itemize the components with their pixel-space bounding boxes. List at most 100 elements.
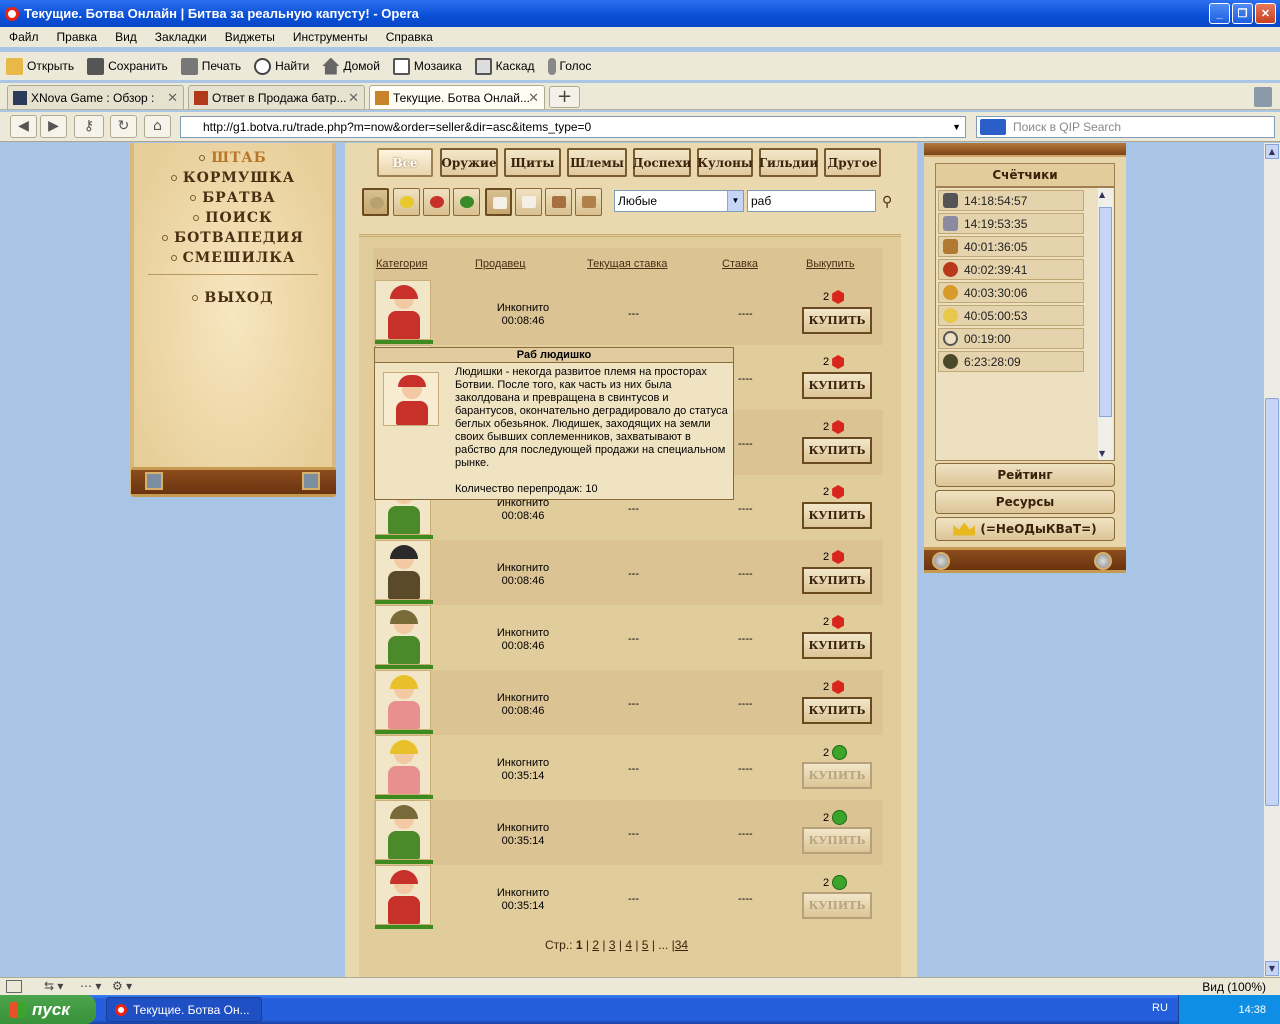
home-nav-button[interactable]: ⌂ xyxy=(144,115,171,138)
page-link[interactable]: 3 xyxy=(609,938,616,952)
find-button[interactable]: Найти xyxy=(254,57,309,75)
scroll-thumb[interactable] xyxy=(1265,398,1279,806)
voice-button[interactable]: Голос xyxy=(547,57,591,75)
item-avatar[interactable] xyxy=(375,670,433,734)
tab-xnova[interactable]: XNova Game : Обзор : ✕ xyxy=(7,85,184,109)
nav-exit[interactable]: ВЫХОД xyxy=(134,290,332,306)
buy-button[interactable]: КУПИТЬ xyxy=(802,632,872,659)
forward-button[interactable]: ▶ xyxy=(40,115,67,138)
scroll-down-icon[interactable]: ▼ xyxy=(1265,961,1279,976)
page-scrollbar[interactable]: ▲ ▼ xyxy=(1264,143,1280,977)
home-button[interactable]: Домой xyxy=(322,57,380,75)
seller-cell: Инкогнито 00:35:14 xyxy=(463,822,583,848)
header-current-bid[interactable]: Текущая ставка xyxy=(587,258,667,270)
buy-button[interactable]: КУПИТЬ xyxy=(802,502,872,529)
tab-forum[interactable]: Ответ в Продажа батр... ✕ xyxy=(188,85,365,109)
close-tab-icon[interactable]: ✕ xyxy=(348,90,359,106)
taskbar-opera-window[interactable]: Текущие. Ботва Он... xyxy=(106,997,262,1022)
nav-bratva[interactable]: БРАТВА xyxy=(134,190,332,206)
guild-button[interactable]: (=НеОДыКВаТ=) xyxy=(935,517,1115,541)
item-avatar[interactable] xyxy=(375,800,433,864)
menu-edit[interactable]: Правка xyxy=(48,30,107,44)
new-tab-button[interactable]: + xyxy=(549,86,580,108)
buy-button[interactable]: КУПИТЬ xyxy=(802,762,872,789)
item-avatar[interactable] xyxy=(375,280,433,344)
buy-button[interactable]: КУПИТЬ xyxy=(802,437,872,464)
price: 2 xyxy=(823,485,845,499)
wand-button[interactable]: ⚷ xyxy=(74,115,104,138)
health-bar xyxy=(375,730,433,734)
page-link[interactable]: 5 xyxy=(642,938,649,952)
maximize-button[interactable]: ❐ xyxy=(1232,3,1253,24)
header-bid[interactable]: Ставка xyxy=(722,258,758,270)
language-indicator[interactable]: RU xyxy=(1152,1002,1168,1014)
item-avatar[interactable] xyxy=(375,540,433,604)
health-bar xyxy=(375,795,433,799)
page-link[interactable]: 4 xyxy=(625,938,632,952)
close-tab-icon[interactable]: ✕ xyxy=(167,90,178,106)
open-button[interactable]: Открыть xyxy=(6,57,74,75)
print-button[interactable]: Печать xyxy=(180,57,241,75)
search-field[interactable]: Поиск в QIP Search xyxy=(976,116,1275,138)
nav-shtab[interactable]: ШТАБ xyxy=(134,150,332,166)
item-avatar[interactable] xyxy=(375,605,433,669)
nav-kormushka[interactable]: КОРМУШКА xyxy=(134,170,332,186)
save-button[interactable]: Сохранить xyxy=(87,57,168,75)
menu-view[interactable]: Вид xyxy=(106,30,146,44)
menu-file[interactable]: Файл xyxy=(0,30,48,44)
home-icon xyxy=(322,57,340,75)
zoom-indicator[interactable]: Вид (100%) xyxy=(1202,980,1266,994)
nav-divider xyxy=(148,274,318,275)
header-category[interactable]: Категория xyxy=(376,258,427,270)
minimize-button[interactable]: _ xyxy=(1209,3,1230,24)
page-link[interactable]: 2 xyxy=(592,938,599,952)
buy-button[interactable]: КУПИТЬ xyxy=(802,892,872,919)
start-button[interactable]: пуск xyxy=(0,995,96,1024)
cascade-button[interactable]: Каскад xyxy=(474,57,535,75)
resources-button[interactable]: Ресурсы xyxy=(935,490,1115,514)
url-field[interactable]: http://g1.botva.ru/trade.php?m=now&order… xyxy=(180,116,966,138)
counters-panel: Счётчики 14:18:54:57 14:19:53:35 40:01:3… xyxy=(924,143,1126,573)
header-seller[interactable]: Продавец xyxy=(475,258,526,270)
buy-button[interactable]: КУПИТЬ xyxy=(802,697,872,724)
buy-button[interactable]: КУПИТЬ xyxy=(802,827,872,854)
buy-button[interactable]: КУПИТЬ xyxy=(802,372,872,399)
share-icon[interactable]: ⋯ ▾ xyxy=(80,979,101,993)
close-button[interactable]: ✕ xyxy=(1255,3,1276,24)
health-bar xyxy=(375,340,433,344)
buy-button[interactable]: КУПИТЬ xyxy=(802,307,872,334)
item-avatar[interactable] xyxy=(375,735,433,799)
nav-smeshilka[interactable]: СМЕШИЛКА xyxy=(134,250,332,266)
scroll-ornament-icon xyxy=(145,472,163,490)
counters-scrollbar[interactable]: ▲ ▼ xyxy=(1098,188,1113,460)
rating-button[interactable]: Рейтинг xyxy=(935,463,1115,487)
menu-help[interactable]: Справка xyxy=(377,30,442,44)
nav-poisk[interactable]: ПОИСК xyxy=(134,210,332,226)
tab-bar: XNova Game : Обзор : ✕ Ответ в Продажа б… xyxy=(0,83,1280,110)
price: 2 xyxy=(823,550,845,564)
menu-bookmarks[interactable]: Закладки xyxy=(146,30,216,44)
buy-button[interactable]: КУПИТЬ xyxy=(802,567,872,594)
tab-botva[interactable]: Текущие. Ботва Онлай... ✕ xyxy=(369,85,545,109)
header-buyout[interactable]: Выкупить xyxy=(806,258,855,270)
tomato-icon xyxy=(943,262,958,277)
menu-tools[interactable]: Инструменты xyxy=(284,30,377,44)
back-button[interactable]: ◀ xyxy=(10,115,37,138)
tooltip-description: Людишки - некогда развитое племя на прос… xyxy=(455,366,728,469)
panel-toggle-icon[interactable] xyxy=(6,980,22,993)
reload-button[interactable]: ↻ xyxy=(110,115,137,138)
scroll-up-icon: ▲ xyxy=(1099,190,1106,199)
sync-icon[interactable]: ⇆ ▾ xyxy=(44,979,63,993)
menu-widgets[interactable]: Виджеты xyxy=(216,30,284,44)
item-avatar[interactable] xyxy=(375,865,433,929)
close-tab-icon[interactable]: ✕ xyxy=(528,90,539,106)
url-dropdown-icon[interactable]: ▼ xyxy=(952,122,961,132)
trash-icon[interactable] xyxy=(1254,87,1272,107)
tile-button[interactable]: Мозаика xyxy=(392,57,462,75)
search-engine-icon[interactable] xyxy=(980,119,1006,135)
settings-icon[interactable]: ⚙ ▾ xyxy=(112,979,132,993)
scroll-up-icon[interactable]: ▲ xyxy=(1265,144,1279,159)
time-left: 00:08:46 xyxy=(501,315,545,327)
nav-botvapedia[interactable]: БОТВАПЕДИЯ xyxy=(134,230,332,246)
page-link-last[interactable]: 34 xyxy=(675,938,688,952)
